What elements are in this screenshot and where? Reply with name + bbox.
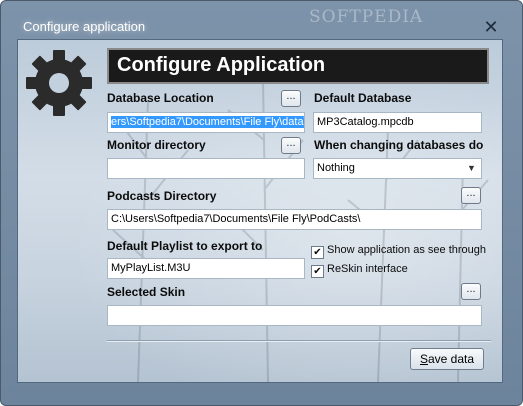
- database-location-browse-button[interactable]: ...: [281, 90, 301, 107]
- default-playlist-input[interactable]: MyPlayList.M3U: [107, 258, 305, 279]
- monitor-directory-label: Monitor directory: [107, 138, 206, 152]
- default-playlist-label: Default Playlist to export to: [107, 239, 263, 253]
- selected-skin-label: Selected Skin: [107, 285, 186, 299]
- when-changing-select[interactable]: Nothing ▼: [313, 158, 482, 179]
- see-through-checkbox[interactable]: ✔ Show application as see through: [311, 244, 486, 259]
- window-title: Configure application: [23, 19, 146, 34]
- default-database-input[interactable]: MP3Catalog.mpcdb: [313, 112, 482, 133]
- save-data-button[interactable]: Save data: [410, 348, 484, 370]
- when-changing-label: When changing databases do: [314, 138, 484, 152]
- gear-icon: [26, 50, 92, 116]
- save-label: ave data: [427, 352, 475, 366]
- client-area: Configure Application Database Location …: [17, 39, 503, 383]
- reskin-label: ReSkin interface: [327, 263, 408, 275]
- selected-skin-browse-button[interactable]: ...: [461, 283, 481, 300]
- database-location-value: ers\Softpedia7\Documents\File Fly\data\: [111, 116, 305, 128]
- selected-skin-input[interactable]: [107, 305, 482, 326]
- database-location-input[interactable]: ers\Softpedia7\Documents\File Fly\data\: [107, 112, 305, 133]
- see-through-label: Show application as see through: [327, 244, 486, 256]
- watermark: SOFTPEDIA: [309, 7, 424, 27]
- podcasts-directory-value: C:\Users\Softpedia7\Documents\File Fly\P…: [111, 213, 361, 225]
- header-banner: Configure Application: [107, 48, 489, 84]
- header-title: Configure Application: [117, 54, 326, 76]
- see-through-check-icon[interactable]: ✔: [311, 246, 324, 259]
- title-bar[interactable]: Configure application SOFTPEDIA ✕: [1, 1, 522, 39]
- reskin-checkbox[interactable]: ✔ ReSkin interface: [311, 263, 408, 278]
- monitor-directory-browse-button[interactable]: ...: [281, 137, 301, 154]
- configure-window: Configure application SOFTPEDIA ✕ Config…: [0, 0, 523, 406]
- monitor-directory-input[interactable]: [107, 158, 305, 179]
- save-accelerator: S: [419, 352, 428, 366]
- close-button[interactable]: ✕: [479, 16, 503, 38]
- podcasts-directory-input[interactable]: C:\Users\Softpedia7\Documents\File Fly\P…: [107, 209, 482, 230]
- when-changing-value: Nothing: [317, 162, 355, 174]
- divider: [107, 340, 491, 342]
- podcasts-directory-browse-button[interactable]: ...: [461, 187, 481, 204]
- reskin-check-icon[interactable]: ✔: [311, 265, 324, 278]
- database-location-label: Database Location: [107, 91, 214, 105]
- default-database-label: Default Database: [314, 91, 412, 105]
- chevron-down-icon[interactable]: ▼: [465, 161, 478, 176]
- podcasts-directory-label: Podcasts Directory: [107, 189, 217, 203]
- default-database-value: MP3Catalog.mpcdb: [317, 116, 414, 128]
- default-playlist-value: MyPlayList.M3U: [111, 262, 191, 274]
